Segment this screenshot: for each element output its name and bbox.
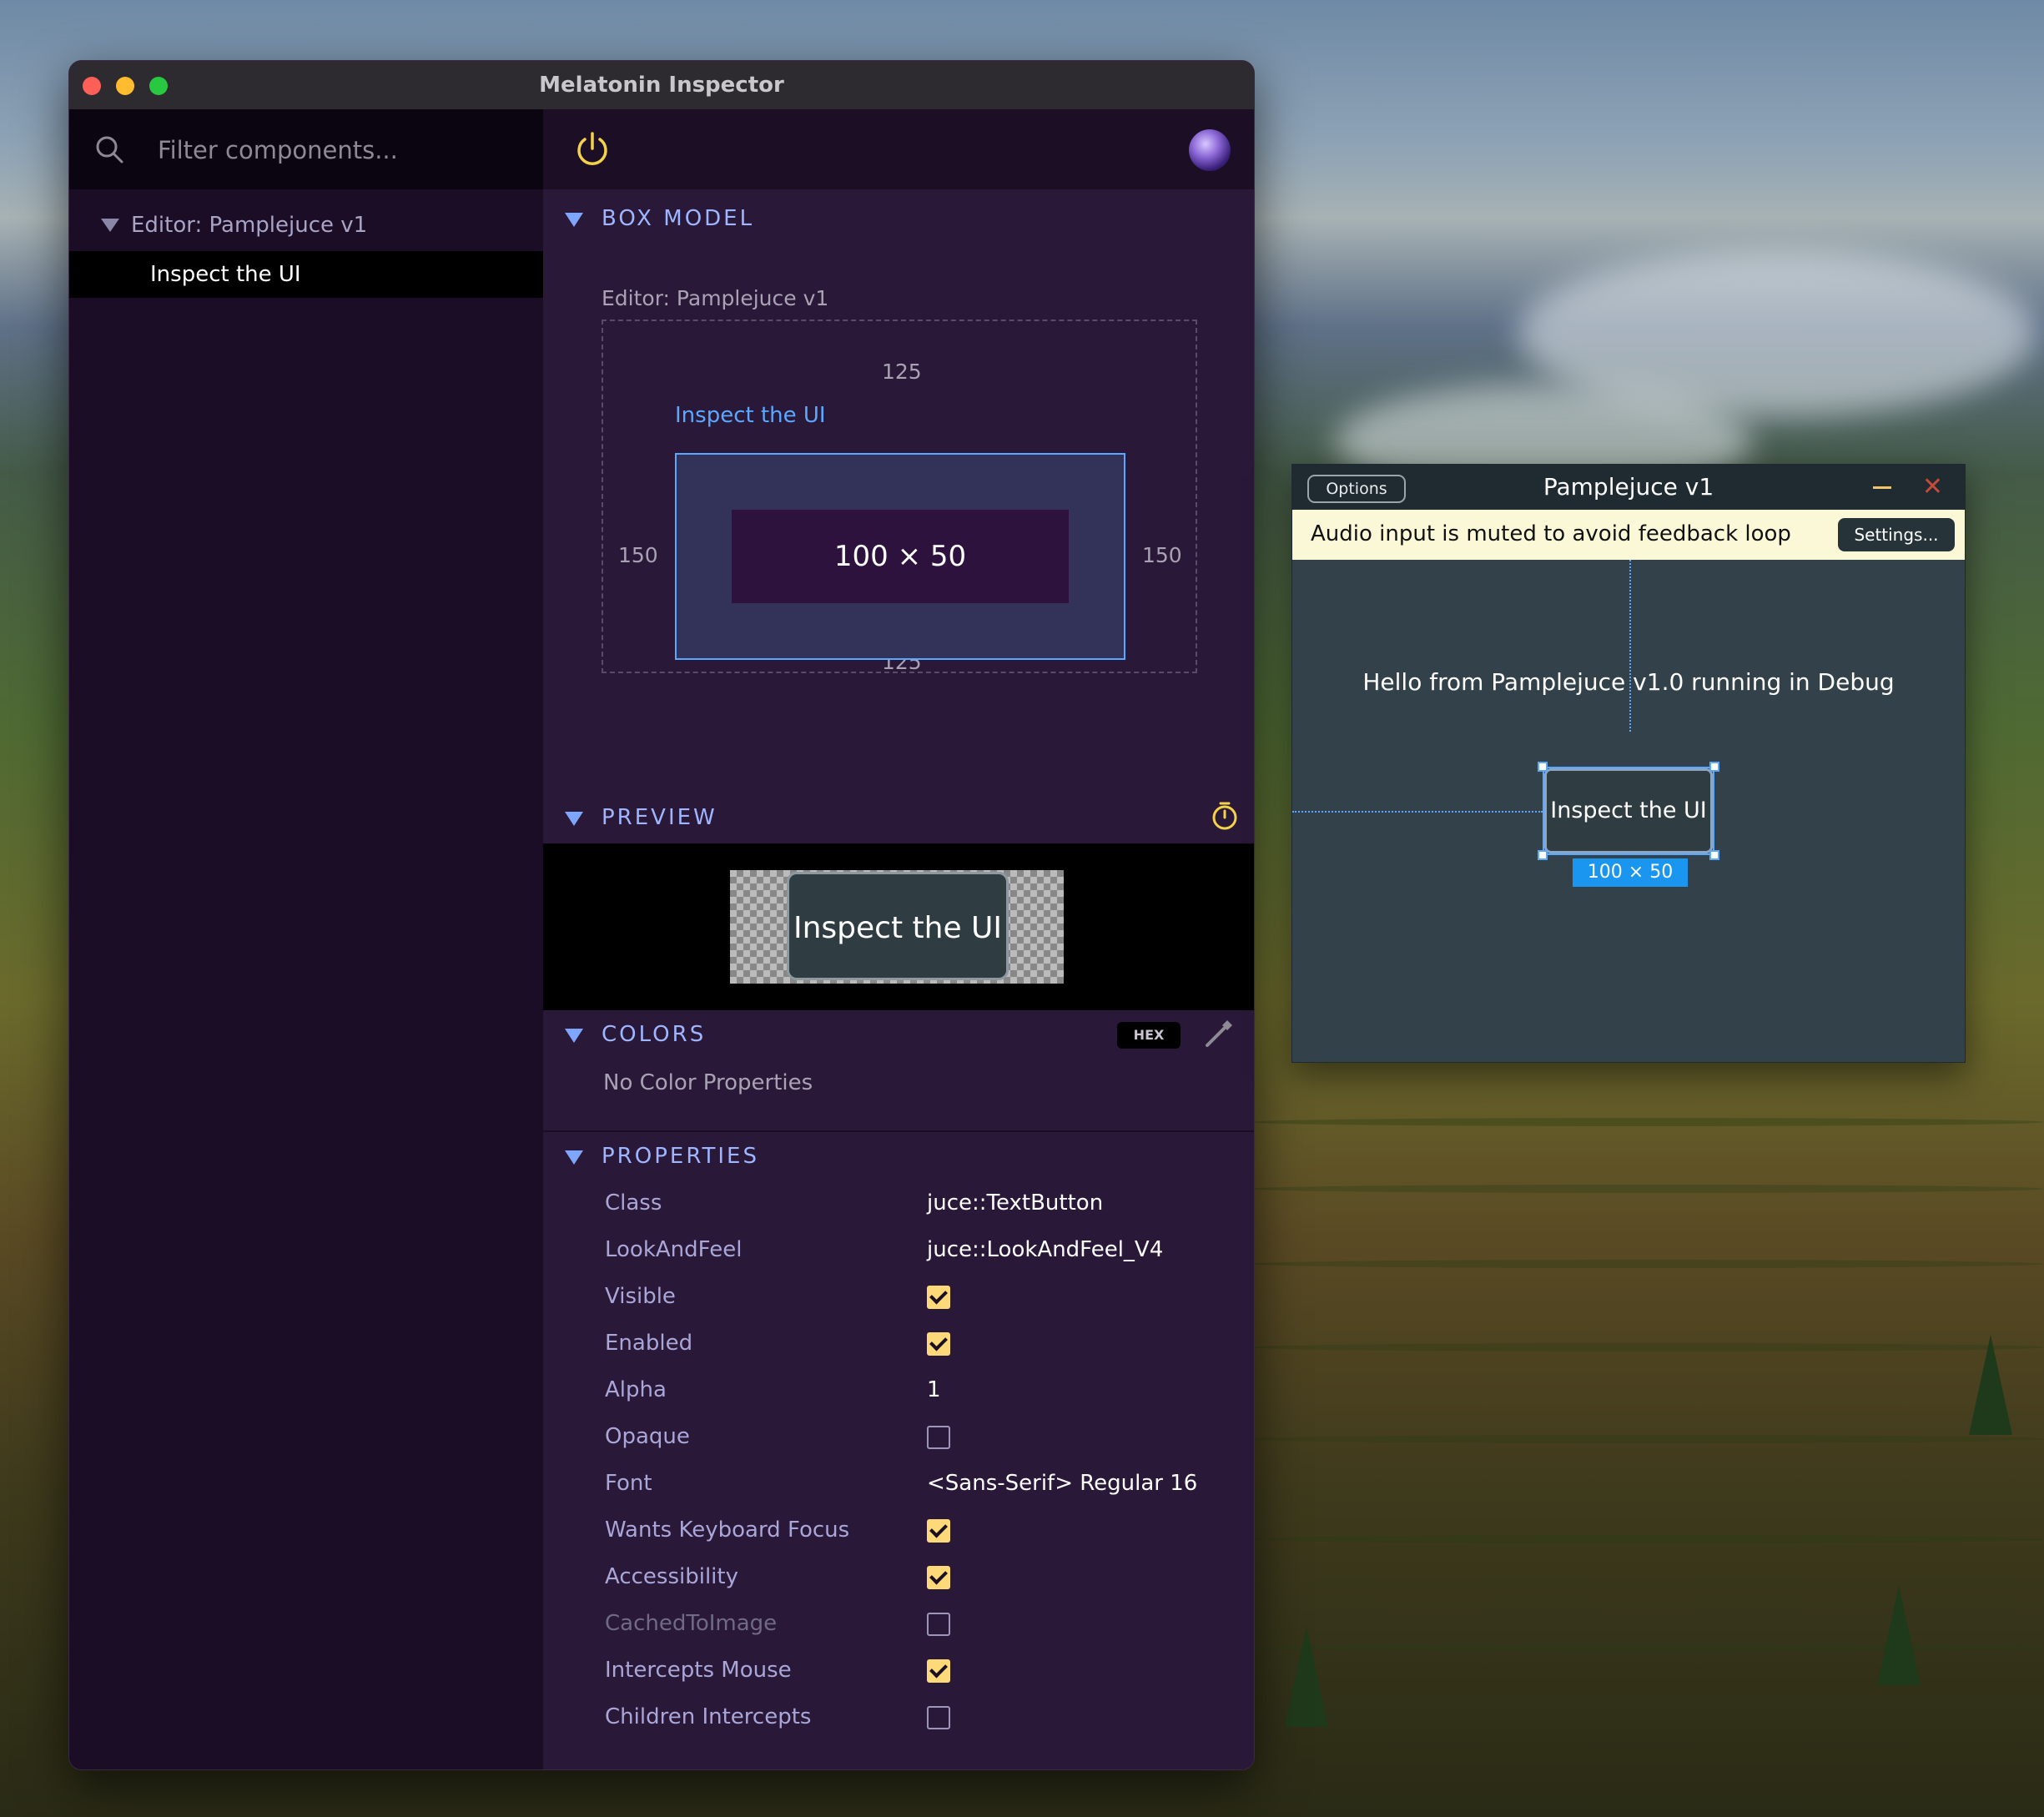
intercepts-mouse-checkbox[interactable] [927, 1659, 950, 1683]
hello-label: Hello from Pamplejuce v1.0 running in De… [1362, 668, 1895, 696]
property-key: Alpha [605, 1377, 667, 1402]
property-row-children-intercepts: Children Intercepts [543, 1696, 1254, 1743]
opaque-checkbox[interactable] [927, 1426, 950, 1449]
property-row-alpha: Alpha 1 [543, 1369, 1254, 1416]
panel-toolbar [543, 109, 1254, 189]
property-key: Children Intercepts [605, 1704, 812, 1729]
property-key: LookAndFeel [605, 1237, 743, 1262]
tree-item-editor[interactable]: Editor: Pamplejuce v1 [69, 204, 543, 246]
preview-header[interactable]: PREVIEW [543, 798, 1254, 840]
no-color-properties: No Color Properties [603, 1070, 813, 1095]
property-row-enabled: Enabled [543, 1322, 1254, 1369]
property-key: Font [605, 1471, 652, 1496]
search-icon [96, 136, 123, 164]
box-model-header[interactable]: BOX MODEL [543, 199, 1254, 241]
tree-item-inspect-the-ui[interactable]: Inspect the UI [69, 251, 543, 298]
wants-keyboard-focus-checkbox[interactable] [927, 1519, 950, 1543]
properties-header[interactable]: PROPERTIES [543, 1137, 1254, 1179]
property-row-opaque: Opaque [543, 1416, 1254, 1462]
box-model-title: BOX MODEL [602, 206, 755, 231]
property-row-cachedtoimage: CachedToImage [543, 1603, 1254, 1649]
property-value: juce::LookAndFeel_V4 [927, 1237, 1164, 1262]
close-icon[interactable]: ✕ [1922, 475, 1943, 500]
disclosure-triangle-icon[interactable] [565, 1150, 583, 1165]
inspector-window: Melatonin Inspector Editor: Pamplejuce v… [68, 60, 1255, 1770]
box-model-owner: Editor: Pamplejuce v1 [602, 286, 829, 310]
property-key: Class [605, 1190, 662, 1216]
details-panel: BOX MODEL Editor: Pamplejuce v1 125 125 … [543, 109, 1254, 1769]
minimize-icon[interactable] [1873, 486, 1891, 489]
notice-text: Audio input is muted to avoid feedback l… [1311, 521, 1791, 546]
resize-handle-bottom-right[interactable] [1709, 850, 1719, 860]
cachedtoimage-checkbox[interactable] [927, 1613, 950, 1636]
resize-handle-top-left[interactable] [1538, 762, 1548, 772]
size-badge: 100 × 50 [1573, 858, 1688, 887]
property-row-accessibility: Accessibility [543, 1556, 1254, 1603]
plugin-window-title: Pamplejuce v1 [1543, 473, 1714, 501]
alpha-value[interactable]: 1 [927, 1377, 941, 1402]
resize-handle-bottom-left[interactable] [1538, 850, 1548, 860]
power-icon[interactable] [573, 129, 612, 168]
hex-toggle-button[interactable]: HEX [1117, 1022, 1181, 1049]
disclosure-triangle-icon[interactable] [565, 213, 583, 227]
guide-line-horizontal [1292, 811, 1543, 813]
accessibility-checkbox[interactable] [927, 1566, 950, 1589]
settings-button[interactable]: Settings... [1838, 518, 1955, 551]
filter-components-input[interactable] [156, 129, 518, 171]
property-key: Opaque [605, 1424, 690, 1449]
visible-checkbox[interactable] [927, 1286, 950, 1309]
property-key: Enabled [605, 1331, 693, 1356]
stopwatch-icon[interactable] [1211, 800, 1239, 832]
preview-checkerboard: Inspect the UI [730, 870, 1064, 984]
resize-handle-top-right[interactable] [1709, 762, 1719, 772]
box-model-left[interactable]: 150 [618, 543, 658, 567]
eyedropper-icon[interactable] [1202, 1017, 1236, 1050]
property-key: Accessibility [605, 1564, 738, 1589]
box-model-size[interactable]: 100 × 50 [732, 510, 1069, 603]
property-value: juce::TextButton [927, 1190, 1104, 1216]
property-key: Intercepts Mouse [605, 1658, 792, 1683]
property-key: CachedToImage [605, 1611, 778, 1636]
section-divider [543, 1130, 1254, 1132]
component-tree-sidebar: Editor: Pamplejuce v1 Inspect the UI [69, 109, 543, 1769]
guide-line-vertical [1629, 560, 1631, 732]
properties-title: PROPERTIES [602, 1144, 759, 1169]
audio-muted-notice: Audio input is muted to avoid feedback l… [1292, 510, 1965, 560]
property-row-wants-keyboard-focus: Wants Keyboard Focus [543, 1509, 1254, 1556]
plugin-titlebar[interactable]: Options Pamplejuce v1 ✕ [1292, 465, 1965, 510]
plugin-window: Options Pamplejuce v1 ✕ Audio input is m… [1291, 464, 1966, 1063]
selection-frame [1543, 767, 1714, 855]
property-key: Wants Keyboard Focus [605, 1518, 850, 1543]
inspector-titlebar[interactable]: Melatonin Inspector [69, 61, 1254, 110]
tree-item-editor-label: Editor: Pamplejuce v1 [131, 213, 368, 238]
enabled-checkbox[interactable] [927, 1332, 950, 1356]
tree-item-inspect-the-ui-label: Inspect the UI [150, 262, 301, 287]
property-key: Visible [605, 1284, 676, 1309]
avatar[interactable] [1189, 129, 1231, 171]
preview-area: Inspect the UI [543, 843, 1254, 1010]
property-row-font: Font <Sans-Serif> Regular 16 [543, 1462, 1254, 1509]
property-row-intercepts-mouse: Intercepts Mouse [543, 1649, 1254, 1696]
property-value: <Sans-Serif> Regular 16 [927, 1471, 1198, 1496]
disclosure-triangle-icon[interactable] [101, 219, 119, 232]
colors-title: COLORS [602, 1022, 707, 1047]
property-row-lookandfeel: LookAndFeel juce::LookAndFeel_V4 [543, 1229, 1254, 1276]
preview-button-image: Inspect the UI [787, 872, 1009, 980]
inspector-window-title: Melatonin Inspector [539, 73, 784, 98]
box-model-top[interactable]: 125 [882, 360, 922, 384]
disclosure-triangle-icon[interactable] [565, 1029, 583, 1043]
box-model-component-name: Inspect the UI [675, 403, 826, 428]
property-row-visible: Visible [543, 1276, 1254, 1322]
property-row-class: Class juce::TextButton [543, 1182, 1254, 1229]
box-model-right[interactable]: 150 [1142, 543, 1182, 567]
preview-title: PREVIEW [602, 805, 717, 830]
search-bar [69, 109, 543, 189]
children-intercepts-checkbox[interactable] [927, 1706, 950, 1729]
disclosure-triangle-icon[interactable] [565, 812, 583, 826]
